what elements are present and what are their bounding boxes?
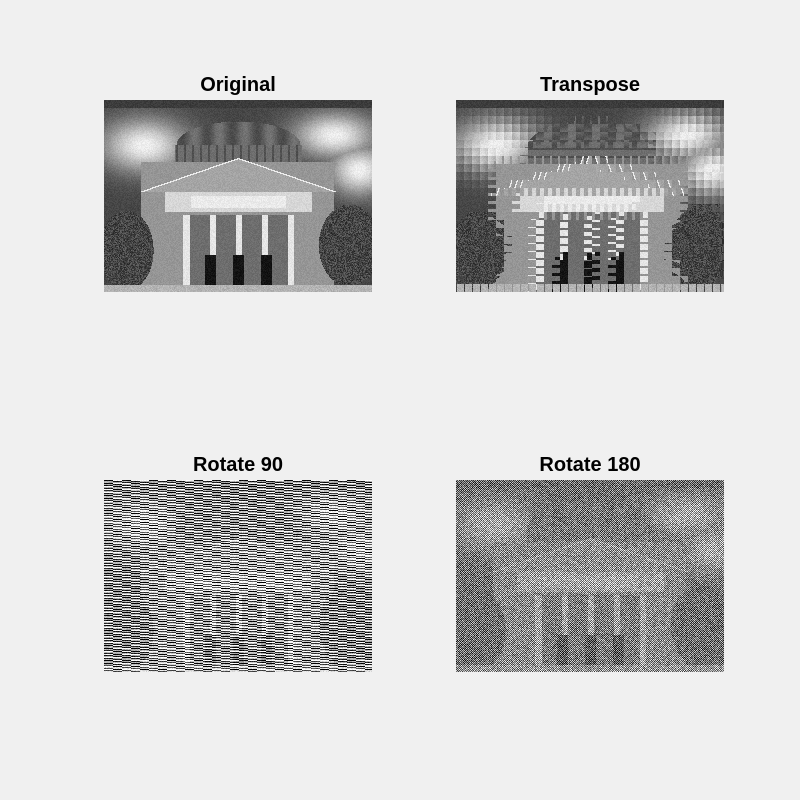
image-transpose [456,100,724,292]
image-rotate-180 [456,480,724,672]
subplot-title-rotate-180: Rotate 180 [539,454,641,476]
subplot-title-transpose: Transpose [539,74,641,96]
image-original [104,100,372,292]
image-rotate-90 [104,480,372,672]
subplot-title-rotate-90: Rotate 90 [192,454,284,476]
subplot-title-original: Original [200,74,276,96]
figure-window: Original Transpose Rotate 90 Rotate 180 [0,0,800,800]
